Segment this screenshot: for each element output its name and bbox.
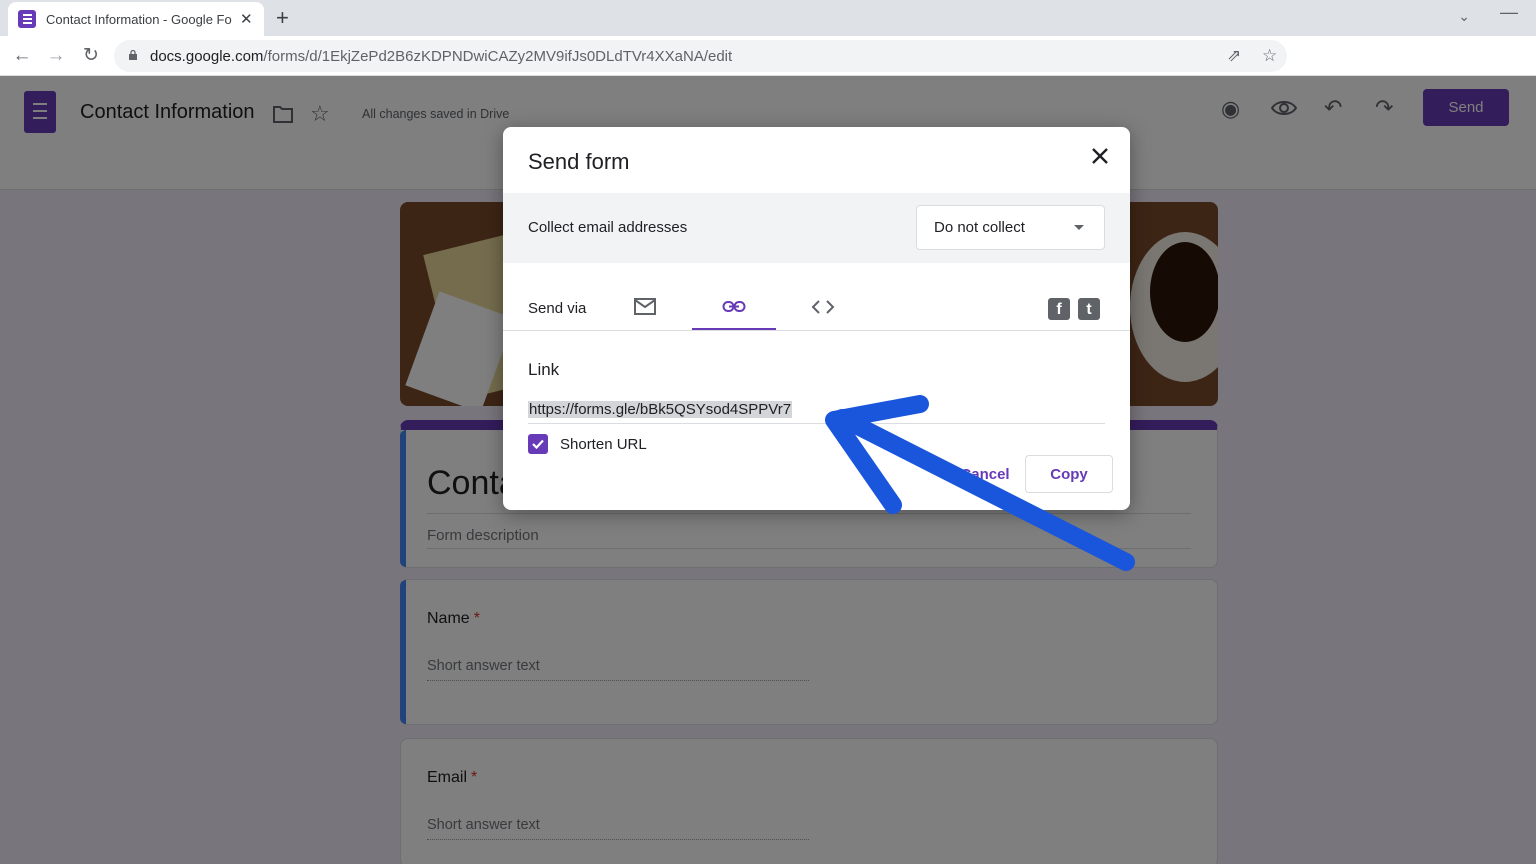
dialog-title: Send form bbox=[528, 149, 630, 174]
link-url-field[interactable]: https://forms.gle/bBk5QSYsod4SPPVr7 bbox=[528, 401, 793, 418]
bookmark-star-icon[interactable]: ☆ bbox=[1262, 46, 1277, 66]
send-form-dialog: Send form Collect email addresses Do not… bbox=[503, 127, 1130, 510]
browser-tabstrip: Contact Information - Google Forms ✕ + ⌄… bbox=[0, 0, 1536, 36]
tab-email[interactable] bbox=[603, 291, 687, 331]
forms-favicon-icon bbox=[18, 10, 36, 28]
back-arrow-icon[interactable]: ← bbox=[10, 44, 34, 68]
cancel-button[interactable]: Cancel bbox=[949, 456, 1021, 492]
close-icon[interactable] bbox=[1087, 143, 1113, 169]
window-minimize-button[interactable]: — bbox=[1500, 2, 1518, 23]
reload-icon[interactable]: ↻ bbox=[79, 44, 103, 68]
link-icon bbox=[722, 301, 746, 312]
tabs-divider bbox=[503, 330, 1130, 331]
copy-button[interactable]: Copy bbox=[1025, 455, 1113, 493]
browser-toolbar: ← → ↻ docs.google.com/forms/d/1EkjZePd2B… bbox=[0, 36, 1536, 76]
lock-icon bbox=[129, 50, 137, 60]
facebook-icon[interactable]: f bbox=[1048, 298, 1070, 320]
email-icon bbox=[634, 298, 656, 315]
address-bar[interactable]: docs.google.com/forms/d/1EkjZePd2B6zKDPN… bbox=[114, 40, 1287, 72]
check-icon bbox=[532, 439, 544, 450]
send-via-label: Send via bbox=[528, 300, 587, 317]
url-text: docs.google.com/forms/d/1EkjZePd2B6zKDPN… bbox=[150, 48, 733, 65]
tab-link[interactable] bbox=[692, 291, 776, 331]
share-icon[interactable]: ⇗ bbox=[1227, 46, 1241, 66]
collect-email-dropdown[interactable]: Do not collect bbox=[916, 205, 1105, 250]
collect-email-value: Do not collect bbox=[934, 219, 1025, 236]
tab-close-icon[interactable]: ✕ bbox=[240, 10, 253, 28]
collect-email-row: Collect email addresses Do not collect bbox=[503, 193, 1130, 263]
tab-embed[interactable] bbox=[781, 291, 865, 331]
caret-down-icon bbox=[1074, 225, 1084, 230]
shorten-url-label[interactable]: Shorten URL bbox=[560, 436, 647, 453]
new-tab-button[interactable]: + bbox=[276, 6, 289, 30]
link-underline bbox=[528, 423, 1105, 424]
link-label: Link bbox=[528, 360, 560, 379]
forward-arrow-icon[interactable]: → bbox=[44, 44, 68, 68]
browser-tab[interactable]: Contact Information - Google Forms ✕ bbox=[8, 2, 264, 36]
tab-search-chevron-icon[interactable]: ⌄ bbox=[1458, 8, 1470, 25]
tab-title: Contact Information - Google Forms bbox=[46, 11, 232, 27]
collect-email-label: Collect email addresses bbox=[528, 219, 688, 236]
embed-code-icon bbox=[811, 300, 835, 314]
shorten-url-checkbox[interactable] bbox=[528, 434, 548, 454]
twitter-icon[interactable]: t bbox=[1078, 298, 1100, 320]
